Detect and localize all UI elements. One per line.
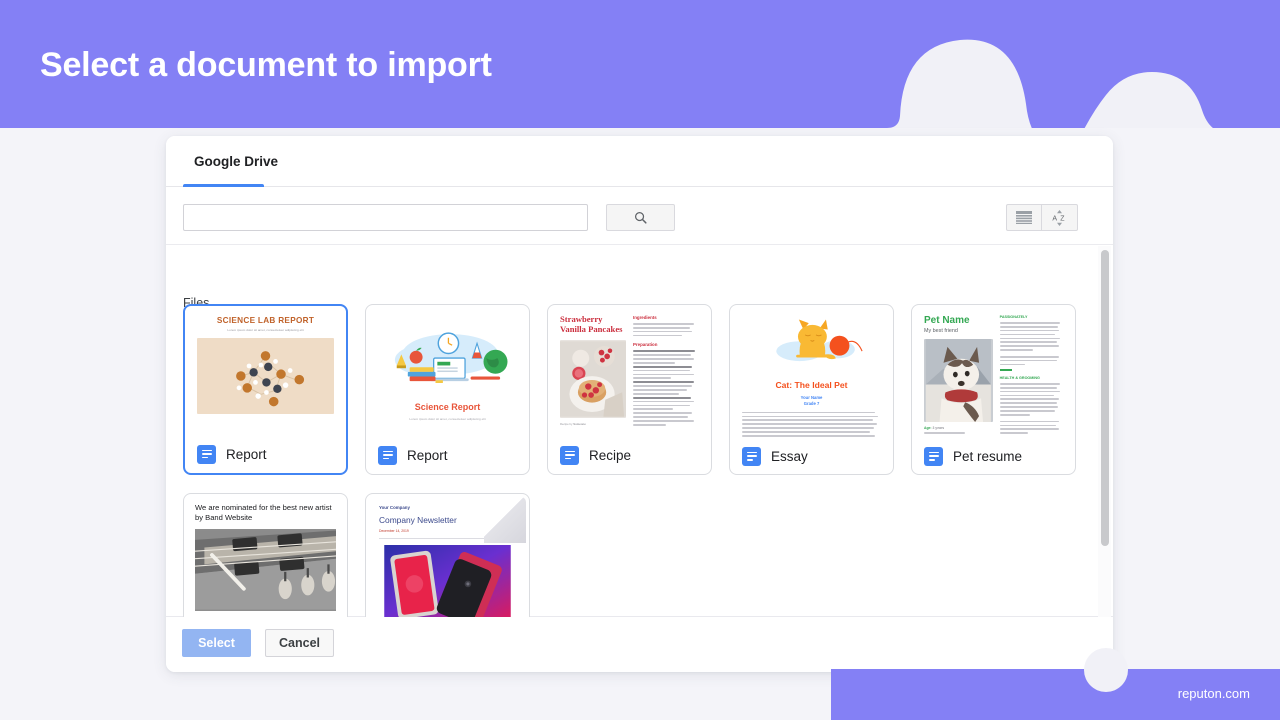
sort-az-icon: A Z — [1052, 209, 1065, 226]
file-thumbnail: Cat: The Ideal Pet Your Name Grade 7 — [733, 308, 890, 439]
thumb-title: Strawberry Vanilla Pancakes — [560, 314, 623, 334]
google-docs-icon — [742, 446, 761, 466]
pancakes-photo — [560, 339, 626, 418]
file-grid: SCIENCE LAB REPORT Lorem ipsum dolor sit… — [183, 304, 1095, 664]
file-name: Report — [226, 446, 267, 462]
file-card-report-science[interactable]: Science Report Lorem ipsum dolor sit ame… — [365, 304, 530, 475]
sort-button[interactable]: A Z — [1042, 204, 1078, 231]
phones-photo — [379, 545, 516, 618]
file-thumbnail: Science Report Lorem ipsum dolor sit ame… — [369, 308, 526, 436]
tab-label: Google Drive — [194, 154, 279, 169]
svg-text:Z: Z — [1060, 215, 1065, 222]
google-docs-icon — [378, 445, 397, 465]
thumb-title: Pet Name — [924, 315, 970, 326]
view-toggle-button[interactable] — [1006, 204, 1042, 231]
file-name: Pet resume — [953, 448, 1023, 464]
select-button[interactable]: Select — [182, 629, 251, 657]
file-card-footer: Report — [185, 435, 346, 473]
dialog-footer: Select Cancel — [166, 617, 1113, 672]
file-thumbnail: SCIENCE LAB REPORT Lorem ipsum dolor sit… — [188, 309, 343, 435]
file-thumbnail: Strawberry Vanilla Pancakes Recipe by So… — [551, 308, 708, 436]
file-name: Essay — [771, 448, 808, 464]
thumb-heading-1: PASSIONATELY — [999, 315, 1028, 319]
file-thumbnail: Pet Name My best friend Age: 3 years PAS… — [915, 308, 1072, 439]
watermark-text: reputon.com — [1177, 686, 1250, 701]
thumb-grade: Grade 7 — [803, 400, 820, 406]
search-icon — [634, 211, 647, 224]
file-card-footer: Pet resume — [912, 438, 1075, 474]
google-docs-icon — [197, 444, 216, 464]
thumb-heading-2: Preparation — [633, 342, 658, 348]
thumb-heading-1: Ingredients — [633, 315, 657, 320]
thumb-author: Your Name — [800, 394, 823, 400]
file-name: Report — [407, 447, 448, 463]
thumb-subtitle: My best friend — [924, 328, 958, 335]
file-name: Recipe — [589, 447, 632, 463]
search-input[interactable] — [183, 204, 588, 231]
file-thumbnail: We are nominated for the best new artist… — [187, 497, 344, 626]
file-card-essay[interactable]: Cat: The Ideal Pet Your Name Grade 7 Ess… — [729, 304, 894, 475]
thumb-title: Science Report — [414, 402, 481, 413]
file-list-scrollbar-thumb[interactable] — [1101, 250, 1109, 546]
file-card-pet-resume[interactable]: Pet Name My best friend Age: 3 years PAS… — [911, 304, 1076, 475]
dog-photo — [924, 339, 993, 423]
page-fold-decoration — [484, 497, 526, 543]
tab-active-indicator — [183, 184, 264, 187]
search-button[interactable] — [606, 204, 675, 231]
thumb-subtitle: Lorem ipsum dolor sit amet, consectetuer… — [409, 416, 486, 421]
file-card-report-lab[interactable]: SCIENCE LAB REPORT Lorem ipsum dolor sit… — [183, 304, 348, 475]
watermark-notch — [1084, 648, 1128, 692]
guitar-photo — [195, 528, 336, 611]
svg-text:A: A — [1052, 215, 1057, 222]
file-picker-dialog: Google Drive A Z Files SCIENCE LAB REPOR… — [166, 136, 1113, 672]
tab-google-drive[interactable]: Google Drive — [183, 136, 289, 187]
thumb-photo-credit: Recipe by Someone — [560, 421, 586, 426]
google-docs-icon — [560, 445, 579, 465]
cancel-button[interactable]: Cancel — [265, 629, 334, 657]
molecule-illustration — [197, 338, 334, 415]
file-card-recipe[interactable]: Strawberry Vanilla Pancakes Recipe by So… — [547, 304, 712, 475]
thumb-title: SCIENCE LAB REPORT — [216, 316, 315, 325]
thumb-subtitle: Lorem ipsum dolor sit amet, consectetuer… — [227, 328, 304, 333]
thumb-heading-2: HEALTH & GROOMING — [999, 375, 1040, 380]
thumb-title: We are nominated for the best new artist… — [195, 503, 332, 522]
file-card-footer: Report — [366, 436, 529, 474]
page-title: Select a document to import — [40, 46, 492, 84]
thumb-age-label: Age: 3 years — [924, 426, 945, 431]
google-docs-icon — [924, 446, 943, 466]
file-card-footer: Essay — [730, 438, 893, 474]
list-view-icon — [1016, 211, 1032, 224]
cat-illustration — [776, 319, 863, 362]
file-card-footer: Recipe — [548, 436, 711, 474]
hero-banner: Select a document to import — [0, 0, 1280, 128]
page-root: Select a document to import Google Drive — [0, 0, 1280, 720]
dialog-tabbar: Google Drive — [166, 136, 1113, 187]
thumb-title: Cat: The Ideal Pet — [775, 380, 848, 390]
file-thumbnail: Your Company Company Newsletter December… — [369, 497, 526, 626]
school-supplies-illustration — [394, 332, 508, 384]
